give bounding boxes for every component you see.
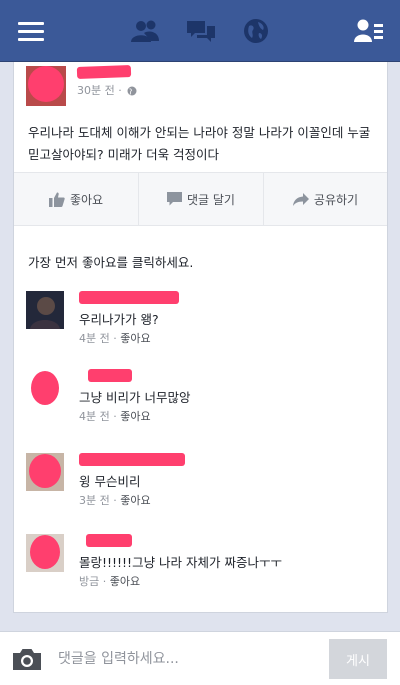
- comment-text: 윙 무슨비리: [79, 474, 141, 489]
- camera-icon: [13, 649, 41, 670]
- share-arrow-icon: [292, 192, 309, 206]
- commenter-name-redacted[interactable]: [86, 534, 132, 547]
- comment-like-link[interactable]: 좋아요: [110, 575, 140, 588]
- comment-item: 그냥 비리가 너무많앙 4분 전 · 좋아요: [26, 369, 376, 429]
- post-body-text: 우리나라 도대체 이해가 안되는 나라야 정말 나라가 이꼴인데 누굴믿고살아야…: [28, 125, 371, 162]
- thumbs-up-icon: [48, 192, 65, 207]
- meta-separator: ·: [102, 575, 107, 588]
- post-action-bar: 좋아요 댓글 달기 공유하기: [14, 172, 387, 226]
- notifications-button[interactable]: [238, 13, 274, 49]
- first-like-prompt[interactable]: 가장 먼저 좋아요를 클릭하세요.: [28, 252, 193, 271]
- menu-button[interactable]: [13, 13, 49, 49]
- comment-like-link[interactable]: 좋아요: [120, 494, 150, 507]
- post-time-label: 30분 전 ·: [77, 84, 122, 97]
- globe-icon: [244, 19, 268, 43]
- menu-icon: [18, 22, 44, 41]
- comment-like-link[interactable]: 좋아요: [120, 410, 150, 423]
- post-card: 30분 전 · 우리나라 도대체 이해가 안되는 나라야 정말 나라가 이꼴인데…: [13, 62, 388, 613]
- camera-button[interactable]: [13, 648, 41, 674]
- comment-text: 몰랑!!!!!!그냥 나라 자체가 짜증나ㅜㅜ: [79, 555, 282, 570]
- like-label: 좋아요: [69, 192, 104, 207]
- post-timestamp: 30분 전 ·: [77, 82, 137, 98]
- commenter-name-redacted[interactable]: [88, 369, 132, 382]
- commenter-name-redacted[interactable]: [79, 291, 179, 304]
- commenter-avatar[interactable]: [26, 369, 64, 407]
- post-comment-button[interactable]: 게시: [329, 639, 387, 679]
- messages-button[interactable]: [183, 13, 219, 49]
- comment-like-link[interactable]: 좋아요: [120, 332, 150, 345]
- comment-item: 몰랑!!!!!!그냥 나라 자체가 짜증나ㅜㅜ 방금 · 좋아요: [26, 534, 376, 594]
- comment-meta: 4분 전 · 좋아요: [79, 408, 151, 424]
- commenter-avatar[interactable]: [26, 534, 64, 572]
- friends-icon: [131, 20, 159, 42]
- meta-separator: ·: [113, 410, 117, 423]
- commenter-avatar[interactable]: [26, 453, 64, 491]
- commenter-avatar[interactable]: [26, 291, 64, 329]
- comment-meta: 4분 전 · 좋아요: [79, 330, 151, 346]
- author-name-redacted[interactable]: [76, 65, 132, 79]
- comment-text: 우리나가가 왱?: [79, 312, 159, 327]
- top-nav-bar: [0, 0, 400, 62]
- profile-icon: [354, 19, 383, 42]
- commenter-name-redacted[interactable]: [79, 453, 185, 466]
- comment-meta: 방금 · 좋아요: [79, 573, 140, 589]
- comment-composer: 게시: [0, 631, 400, 685]
- comment-time: 4분 전: [79, 332, 110, 345]
- comment-meta: 3분 전 · 좋아요: [79, 492, 151, 508]
- comment-text: 그냥 비리가 너무많앙: [79, 390, 191, 405]
- comment-time: 3분 전: [79, 494, 110, 507]
- like-button[interactable]: 좋아요: [14, 173, 138, 225]
- author-avatar[interactable]: [26, 66, 66, 106]
- share-label: 공유하기: [313, 192, 359, 207]
- profile-menu-button[interactable]: [351, 13, 387, 49]
- comment-button[interactable]: 댓글 달기: [138, 173, 263, 225]
- comment-item: 윙 무슨비리 3분 전 · 좋아요: [26, 453, 376, 513]
- comment-label: 댓글 달기: [187, 192, 235, 207]
- friend-requests-button[interactable]: [127, 13, 163, 49]
- messages-icon: [187, 21, 215, 42]
- privacy-globe-icon: [127, 86, 137, 96]
- comment-input[interactable]: [58, 646, 320, 672]
- meta-separator: ·: [113, 332, 117, 345]
- comment-bubble-icon: [167, 192, 182, 206]
- meta-separator: ·: [113, 494, 117, 507]
- share-button[interactable]: 공유하기: [263, 173, 387, 225]
- comment-item: 우리나가가 왱? 4분 전 · 좋아요: [26, 291, 376, 351]
- comment-time: 4분 전: [79, 410, 110, 423]
- comment-time: 방금: [79, 575, 100, 588]
